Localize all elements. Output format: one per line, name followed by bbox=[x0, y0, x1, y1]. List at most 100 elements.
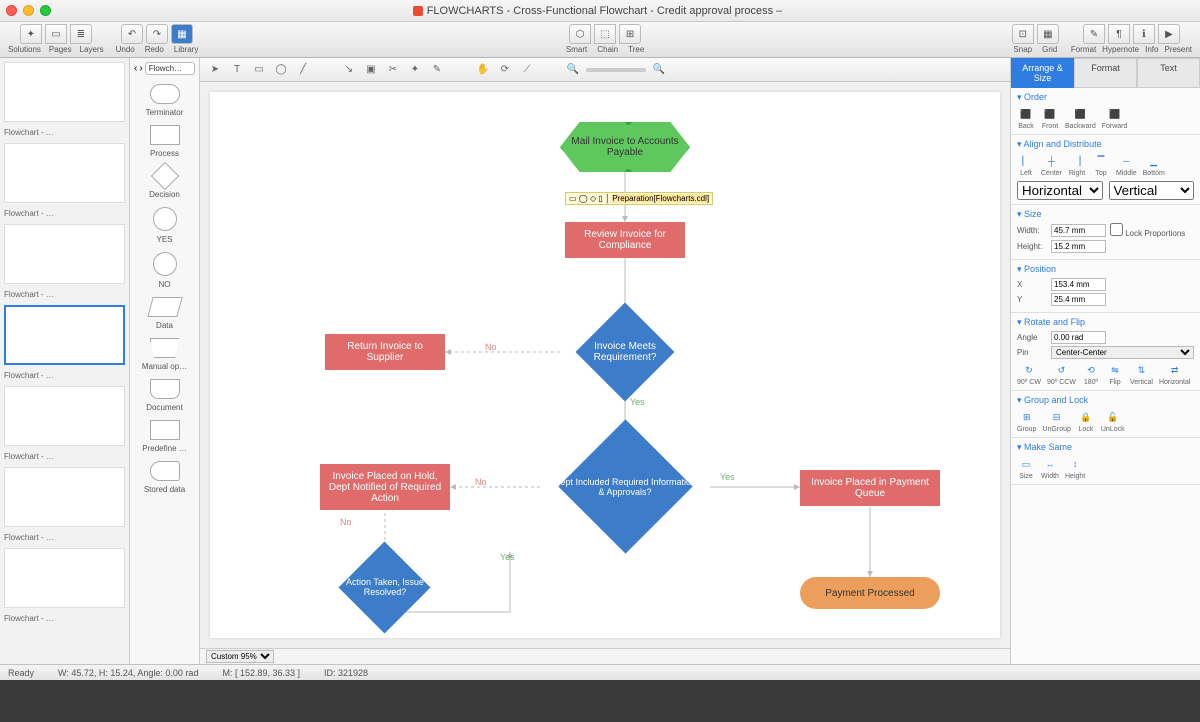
lock-icon[interactable]: 🔒 bbox=[1077, 409, 1095, 425]
align-top-icon[interactable]: ▔ bbox=[1092, 153, 1110, 169]
node-review[interactable]: Review Invoice for Compliance bbox=[565, 222, 685, 258]
edit-tool[interactable]: ▣ bbox=[362, 61, 380, 79]
angle-field[interactable] bbox=[1051, 331, 1106, 344]
back-icon[interactable]: ‹ bbox=[134, 63, 137, 74]
canvas[interactable]: Mail Invoice to Accounts Payable ▭ ◯ ◇ ▯… bbox=[210, 92, 1000, 638]
library-button[interactable]: ▦ bbox=[171, 24, 193, 44]
ellipse-tool[interactable]: ◯ bbox=[272, 61, 290, 79]
group-icon[interactable]: ⊞ bbox=[1018, 409, 1036, 425]
order-forward-icon[interactable]: ⬛ bbox=[1106, 106, 1124, 122]
pin-select[interactable]: Center-Center bbox=[1051, 346, 1194, 359]
zoom-out-icon[interactable]: 🔍 bbox=[564, 61, 582, 79]
smart-button[interactable]: ⬡ bbox=[569, 24, 591, 44]
align-middle-icon[interactable]: ─ bbox=[1117, 153, 1135, 169]
align-center-icon[interactable]: ┼ bbox=[1043, 153, 1061, 169]
lock-proportions[interactable] bbox=[1110, 223, 1123, 236]
shape-decision[interactable] bbox=[150, 162, 178, 190]
info-button[interactable]: ℹ bbox=[1133, 24, 1155, 44]
distribute-v[interactable]: Vertical bbox=[1109, 181, 1195, 200]
align-right-icon[interactable]: ▕ bbox=[1068, 153, 1086, 169]
ungroup-icon[interactable]: ⊟ bbox=[1048, 409, 1066, 425]
flip-icon[interactable]: ⇋ bbox=[1106, 362, 1124, 378]
width-field[interactable] bbox=[1051, 224, 1106, 237]
node-mail-invoice[interactable]: Mail Invoice to Accounts Payable bbox=[560, 122, 690, 172]
node-hold[interactable]: Invoice Placed on Hold, Dept Notified of… bbox=[320, 464, 450, 510]
smart-bar[interactable]: ▭ ◯ ◇ ▯ │ Preparation[Flowcharts.cdl] bbox=[565, 192, 713, 205]
rotate-ccw-icon[interactable]: ↺ bbox=[1052, 362, 1070, 378]
same-width-icon[interactable]: ↔ bbox=[1041, 456, 1059, 472]
undo-button[interactable]: ↶ bbox=[121, 24, 143, 44]
shape-manual-op[interactable] bbox=[150, 338, 180, 358]
zoom-in-icon[interactable]: 🔍 bbox=[650, 61, 668, 79]
distribute-h[interactable]: Horizontal bbox=[1017, 181, 1103, 200]
zoom-slider[interactable] bbox=[586, 68, 646, 72]
node-queue[interactable]: Invoice Placed in Payment Queue bbox=[800, 470, 940, 506]
snap-button[interactable]: ⊡ bbox=[1012, 24, 1034, 44]
flip-h-icon[interactable]: ⇄ bbox=[1166, 362, 1184, 378]
page-thumb[interactable] bbox=[4, 143, 125, 203]
shape-terminator[interactable] bbox=[150, 84, 180, 104]
same-height-icon[interactable]: ↕ bbox=[1066, 456, 1084, 472]
minimize-icon[interactable] bbox=[23, 5, 34, 16]
pointer-tool[interactable]: ➤ bbox=[206, 61, 224, 79]
shape-no[interactable] bbox=[153, 252, 177, 276]
zoom-icon[interactable] bbox=[40, 5, 51, 16]
tab-arrange[interactable]: Arrange & Size bbox=[1011, 58, 1074, 88]
rect-tool[interactable]: ▭ bbox=[250, 61, 268, 79]
layers-button[interactable]: ≣ bbox=[70, 24, 92, 44]
close-icon[interactable] bbox=[6, 5, 17, 16]
page-thumb[interactable] bbox=[4, 62, 125, 122]
align-bottom-icon[interactable]: ▁ bbox=[1145, 153, 1163, 169]
library-select[interactable]: Flowch… bbox=[145, 62, 195, 75]
node-dept-approvals[interactable]: Dept Included Required Information & App… bbox=[545, 442, 705, 532]
hand-tool[interactable]: ✋ bbox=[474, 61, 492, 79]
node-meets-req[interactable]: Invoice Meets Requirement? bbox=[575, 317, 675, 387]
order-backward-icon[interactable]: ⬛ bbox=[1071, 106, 1089, 122]
shape-process[interactable] bbox=[150, 125, 180, 145]
chain-button[interactable]: ⬚ bbox=[594, 24, 616, 44]
connector-tool[interactable]: ↘ bbox=[340, 61, 358, 79]
redo-button[interactable]: ↷ bbox=[146, 24, 168, 44]
shape-data[interactable] bbox=[147, 297, 182, 317]
order-back-icon[interactable]: ⬛ bbox=[1017, 106, 1035, 122]
format-button[interactable]: ✎ bbox=[1083, 24, 1105, 44]
page-thumb[interactable] bbox=[4, 386, 125, 446]
align-left-icon[interactable]: ▏ bbox=[1017, 153, 1035, 169]
page-thumb[interactable] bbox=[4, 548, 125, 608]
zoom-select[interactable]: Custom 95% bbox=[206, 650, 274, 663]
y-field[interactable] bbox=[1051, 293, 1106, 306]
shape-predefined[interactable] bbox=[150, 420, 180, 440]
forward-icon[interactable]: › bbox=[139, 63, 142, 74]
shape-yes[interactable] bbox=[153, 207, 177, 231]
page-thumb[interactable] bbox=[4, 224, 125, 284]
solutions-button[interactable]: ✦ bbox=[20, 24, 42, 44]
eyedropper-tool[interactable]: ⟋ bbox=[518, 61, 536, 79]
pages-button[interactable]: ▭ bbox=[45, 24, 67, 44]
shape-document[interactable] bbox=[150, 379, 180, 399]
pen-tool[interactable]: ✎ bbox=[428, 61, 446, 79]
flip-v-icon[interactable]: ⇅ bbox=[1132, 362, 1150, 378]
text-tool[interactable]: T bbox=[228, 61, 246, 79]
node-return[interactable]: Return Invoice to Supplier bbox=[325, 334, 445, 370]
node-processed[interactable]: Payment Processed bbox=[800, 577, 940, 609]
page-thumb[interactable] bbox=[4, 467, 125, 527]
shape-stored[interactable] bbox=[150, 461, 180, 481]
rotate-tool[interactable]: ⟳ bbox=[496, 61, 514, 79]
tab-format[interactable]: Format bbox=[1074, 58, 1137, 88]
height-field[interactable] bbox=[1051, 240, 1106, 253]
grid-button[interactable]: ▦ bbox=[1037, 24, 1059, 44]
tree-button[interactable]: ⊞ bbox=[619, 24, 641, 44]
present-button[interactable]: ▶ bbox=[1158, 24, 1180, 44]
node-action-taken[interactable]: Action Taken, Issue Resolved? bbox=[330, 552, 440, 622]
order-front-icon[interactable]: ⬛ bbox=[1041, 106, 1059, 122]
hypernote-button[interactable]: ¶ bbox=[1108, 24, 1130, 44]
crop-tool[interactable]: ✂ bbox=[384, 61, 402, 79]
rotate-cw-icon[interactable]: ↻ bbox=[1020, 362, 1038, 378]
rotate-180-icon[interactable]: ⟲ bbox=[1082, 362, 1100, 378]
wand-tool[interactable]: ✦ bbox=[406, 61, 424, 79]
page-thumb-selected[interactable] bbox=[4, 305, 125, 365]
line-tool[interactable]: ╱ bbox=[294, 61, 312, 79]
same-size-icon[interactable]: ▭ bbox=[1017, 456, 1035, 472]
tab-text[interactable]: Text bbox=[1137, 58, 1200, 88]
unlock-icon[interactable]: 🔓 bbox=[1104, 409, 1122, 425]
